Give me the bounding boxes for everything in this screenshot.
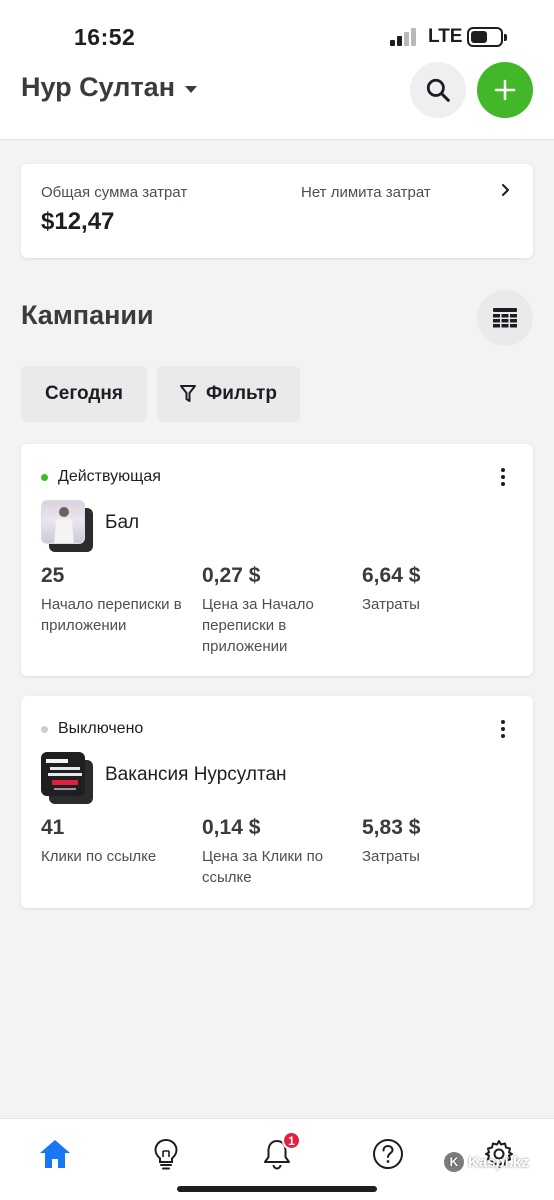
- status-bar: 16:52 LTE: [0, 0, 554, 60]
- spend-limit-label: Нет лимита затрат: [301, 184, 431, 201]
- campaign-name: Вакансия Нурсултан: [105, 764, 287, 785]
- campaign-status-label: Действующая: [58, 468, 161, 485]
- person-image: [54, 507, 74, 543]
- search-button[interactable]: [410, 62, 466, 118]
- metric-label: Цена за Клики по ссылке: [202, 848, 324, 886]
- filter-icon: [180, 385, 197, 402]
- lightbulb-icon: [154, 1138, 178, 1170]
- metric-label: Клики по ссылке: [41, 848, 157, 865]
- metric-label: Цена за Начало переписки в приложении: [202, 596, 314, 655]
- header: Нур Султан: [0, 60, 554, 140]
- filter-button[interactable]: Фильтр: [157, 366, 300, 422]
- more-options-icon[interactable]: [501, 720, 505, 738]
- campaigns-title: Кампании: [21, 300, 154, 330]
- metric-label: Затраты: [362, 596, 420, 613]
- metric-value: 6,64 $: [362, 564, 421, 587]
- more-options-icon[interactable]: [501, 468, 505, 486]
- total-spend-label: Общая сумма затрат: [41, 184, 188, 201]
- metric-results: 41 Клики по ссылке: [41, 816, 191, 867]
- metric-value: 25: [41, 564, 65, 587]
- metric-value: 5,83 $: [362, 816, 421, 839]
- notification-badge: 1: [282, 1131, 301, 1150]
- tab-notifications[interactable]: 1: [252, 1129, 302, 1179]
- status-dot: [41, 725, 48, 733]
- screen: 16:52 LTE Нур Султан Общая сумма затрат …: [0, 0, 554, 1200]
- home-indicator: [177, 1186, 377, 1192]
- status-dot: [41, 473, 48, 481]
- metric-cost-per-result: 0,27 $ Цена за Начало переписки в прилож…: [202, 564, 352, 657]
- campaign-thumbnail: [41, 500, 93, 552]
- spend-summary-card[interactable]: Общая сумма затрат $12,47 Нет лимита зат…: [21, 164, 533, 258]
- campaign-card[interactable]: Действующая Бал 25 Начало переписки в пр…: [21, 444, 533, 676]
- campaign-status: Выключено: [41, 720, 143, 738]
- table-view-button[interactable]: [477, 290, 533, 346]
- status-time: 16:52: [74, 24, 136, 50]
- watermark: K Kaspi.kz: [444, 1152, 529, 1172]
- campaign-name: Бал: [105, 512, 140, 533]
- metric-value: 41: [41, 816, 65, 839]
- total-spend-value: $12,47: [41, 208, 115, 235]
- vacancy-image: [46, 759, 82, 790]
- tab-ideas[interactable]: [141, 1129, 191, 1179]
- tab-help[interactable]: [363, 1129, 413, 1179]
- metric-label: Затраты: [362, 848, 420, 865]
- table-icon: [493, 308, 517, 328]
- network-type: LTE: [428, 26, 463, 47]
- campaign-status-label: Выключено: [58, 720, 144, 737]
- metric-value: 0,14 $: [202, 816, 261, 839]
- campaign-card[interactable]: Выключено Вакансия Нурсултан 41 Клики по…: [21, 696, 533, 908]
- metric-value: 0,27 $: [202, 564, 261, 587]
- filter-label: Фильтр: [206, 383, 277, 404]
- metric-spend: 5,83 $ Затраты: [362, 816, 512, 867]
- signal-icon: [390, 28, 420, 46]
- add-button[interactable]: [477, 62, 533, 118]
- metric-spend: 6,64 $ Затраты: [362, 564, 512, 615]
- search-icon: [426, 78, 450, 102]
- date-range-label: Сегодня: [45, 383, 123, 404]
- metric-cost-per-result: 0,14 $ Цена за Клики по ссылке: [202, 816, 352, 888]
- account-name: Нур Султан: [21, 72, 176, 102]
- battery-icon: [467, 27, 507, 47]
- campaign-thumbnail: [41, 752, 93, 804]
- metric-label: Начало переписки в приложении: [41, 596, 182, 634]
- metric-results: 25 Начало переписки в приложении: [41, 564, 191, 636]
- date-range-button[interactable]: Сегодня: [21, 366, 147, 422]
- chevron-right-icon: [502, 184, 509, 196]
- caret-down-icon: [185, 85, 198, 93]
- watermark-logo-icon: K: [444, 1152, 464, 1172]
- home-icon: [40, 1140, 70, 1168]
- campaign-status: Действующая: [41, 468, 161, 486]
- help-icon: [373, 1139, 403, 1169]
- watermark-text: Kaspi.kz: [468, 1153, 529, 1171]
- account-selector[interactable]: Нур Султан: [21, 72, 198, 103]
- plus-icon: [494, 79, 516, 101]
- tab-home[interactable]: [30, 1129, 80, 1179]
